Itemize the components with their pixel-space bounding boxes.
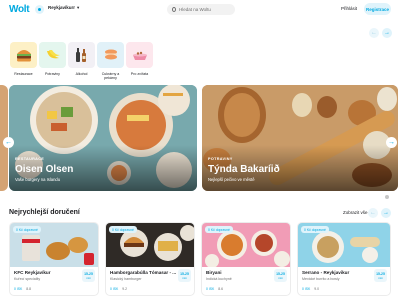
signup-button[interactable]: Registrace (364, 3, 391, 15)
delivery-eta: 15-25 min (374, 269, 387, 282)
restaurant-name: Hamborgarabúlla Tómasar - ... (110, 270, 177, 275)
bottle-icon (68, 42, 95, 68)
delivery-eta: 15-25 min (82, 269, 95, 282)
search-bar[interactable] (167, 4, 235, 15)
category-label: Pro zvířata (130, 72, 149, 76)
hero-banner-bakery[interactable]: POTRAVINY Týnda Bakaríið Nejlepší pečivo… (202, 85, 398, 191)
delivery-eta: 15-25 min (274, 269, 287, 282)
hero-subtitle: Vaše burgery na Islandu (15, 177, 61, 182)
wolt-logo[interactable]: Wolt (9, 4, 30, 15)
promo-badge: 0 Kč dopravné (301, 226, 329, 233)
hero-prev-icon[interactable]: ← (3, 137, 14, 148)
hero-title: Oisen Olsen (15, 164, 74, 175)
chevron-down-icon[interactable]: ▾ (77, 5, 79, 11)
burger-icon (10, 42, 37, 68)
delivery-fee: 0 ISK (206, 287, 215, 291)
location-selector[interactable]: Reykjavíkurr (48, 5, 75, 10)
top-bar: Wolt Reykjavíkurr ▾ Přihlásit Registrace (0, 0, 400, 20)
rating: 9.2 (122, 287, 128, 291)
restaurant-subtitle: Mexické burrito a bowly (302, 277, 340, 281)
category-groceries[interactable]: Potraviny (38, 42, 67, 81)
pet-bowl-icon (126, 42, 153, 68)
restaurant-subtitle: Indická kuchyně (206, 277, 232, 281)
restaurant-card[interactable]: 0 Kč dopravné Serrano - Reykjavikur Mexi… (297, 222, 391, 296)
restaurant-card[interactable]: 0 Kč dopravné Hamborgarabúlla Tómasar - … (105, 222, 195, 296)
location-pin-icon[interactable] (35, 5, 44, 14)
hero-subtitle: Nejlepší pečivo ve městě (208, 177, 255, 182)
restaurant-card[interactable]: 0 Kč dopravné Biryani Indická kuchyně 15… (201, 222, 291, 296)
restaurant-name: Serrano - Reykjavikur (302, 270, 350, 275)
card-footer: 0 ISK 8.6 (206, 287, 223, 291)
restaurant-subtitle: Klasický hamburger (110, 277, 142, 281)
macaron-icon (97, 42, 124, 68)
rating: 8.6 (218, 287, 224, 291)
category-list: Restaurace Potraviny Alkohol Cukrárny a … (9, 42, 154, 81)
hero-tag: RESTAURACE (15, 157, 45, 161)
category-label: Potraviny (45, 72, 60, 76)
categories-next-icon[interactable]: → (382, 28, 392, 38)
hero-tag: POTRAVINY (208, 157, 233, 161)
category-bakeries[interactable]: Cukrárny a pekárny (96, 42, 125, 81)
login-link[interactable]: Přihlásit (341, 6, 357, 11)
cards-prev-icon[interactable]: ← (368, 208, 378, 218)
rating: 9.0 (314, 287, 320, 291)
search-input[interactable] (179, 7, 235, 12)
categories-prev-icon[interactable]: ← (369, 28, 379, 38)
rating: 8.8 (26, 287, 32, 291)
category-label: Restaurace (14, 72, 33, 76)
promo-badge: 0 Kč dopravné (13, 226, 41, 233)
hero-next-icon[interactable]: → (386, 137, 397, 148)
category-pets[interactable]: Pro zvířata (125, 42, 154, 81)
restaurant-name: Biryani (206, 270, 222, 275)
hero-banner-restaurant[interactable]: RESTAURACE Oisen Olsen Vaše burgery na I… (9, 85, 197, 191)
promo-badge: 0 Kč dopravné (109, 226, 137, 233)
delivery-eta: 15-25 min (178, 269, 191, 282)
card-footer: 0 ISK 8.8 (14, 287, 31, 291)
category-label: Cukrárny a pekárny (101, 72, 120, 81)
hero-title: Týnda Bakaríið (208, 164, 280, 175)
bread-image (202, 85, 398, 191)
restaurant-card[interactable]: 0 Kč dopravné KFC Reykjavíkur Kuřecí spe… (9, 222, 99, 296)
card-footer: 0 ISK 9.0 (302, 287, 319, 291)
card-footer: 0 ISK 9.2 (110, 287, 127, 291)
category-restaurants[interactable]: Restaurace (9, 42, 38, 81)
promo-badge: 0 Kč dopravné (205, 226, 233, 233)
section-title: Nejrychlejší doručení (9, 209, 80, 216)
delivery-fee: 0 ISK (110, 287, 119, 291)
restaurant-name: KFC Reykjavíkur (14, 270, 51, 275)
food-platter-image (9, 85, 197, 191)
banana-icon (39, 42, 66, 68)
restaurant-subtitle: Kuřecí speciality (14, 277, 41, 281)
cards-next-icon[interactable]: → (381, 208, 391, 218)
delivery-fee: 0 ISK (14, 287, 23, 291)
delivery-fee: 0 ISK (302, 287, 311, 291)
search-icon (172, 7, 176, 12)
category-label: Alkohol (75, 72, 88, 76)
category-alcohol[interactable]: Alkohol (67, 42, 96, 81)
carousel-dot[interactable] (385, 195, 389, 199)
see-all-link[interactable]: Zobrazit vše (343, 210, 368, 215)
